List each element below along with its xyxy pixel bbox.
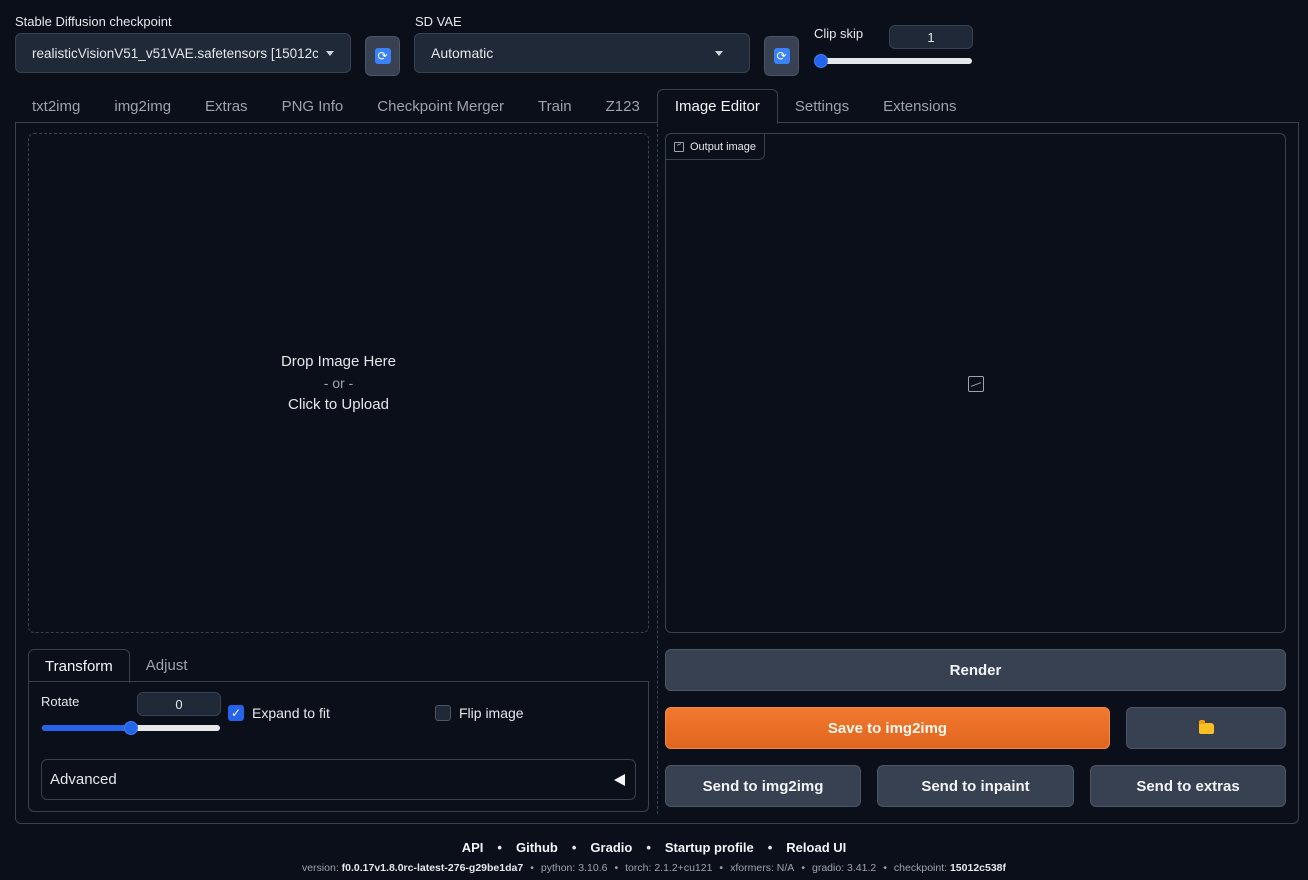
tab-checkpoint-merger[interactable]: Checkpoint Merger bbox=[360, 89, 521, 123]
footer-separator: • bbox=[614, 862, 619, 874]
tab-png-info[interactable]: PNG Info bbox=[265, 89, 361, 123]
rotate-input[interactable]: 0 bbox=[137, 692, 221, 716]
open-folder-button[interactable] bbox=[1126, 707, 1286, 749]
expand-to-fit-label: Expand to fit bbox=[252, 705, 330, 721]
footer-separator: • bbox=[801, 862, 805, 874]
output-image-panel: Output image bbox=[665, 133, 1286, 633]
flip-image-label: Flip image bbox=[459, 705, 524, 721]
expand-to-fit-checkbox[interactable]: ✓ bbox=[228, 705, 244, 721]
checkpoint-hash-value: 15012c538f bbox=[949, 862, 1007, 874]
checkpoint-label: Stable Diffusion checkpoint bbox=[15, 14, 172, 29]
footer-version-info: version: f0.0.17v1.8.0rc-latest-276-g29b… bbox=[0, 862, 1308, 874]
footer-separator: • bbox=[530, 862, 534, 874]
column-divider bbox=[657, 124, 658, 814]
chevron-down-icon bbox=[715, 50, 723, 56]
version-label: version: bbox=[301, 862, 339, 874]
refresh-checkpoint-button[interactable]: ⟳ bbox=[365, 36, 400, 76]
checkpoint-dropdown[interactable]: realisticVisionV51_v51VAE.safetensors [1… bbox=[15, 33, 351, 73]
gradio-label: gradio: bbox=[812, 862, 845, 874]
footer-separator: • bbox=[646, 840, 651, 855]
checkpoint-value: realisticVisionV51_v51VAE.safetensors [1… bbox=[32, 45, 318, 61]
main-tab-bar: txt2img img2img Extras PNG Info Checkpoint M… bbox=[15, 89, 1299, 124]
chevron-down-icon bbox=[326, 50, 334, 56]
footer-links: API • Github • Gradio • Startup profile • Reload… bbox=[0, 840, 1308, 855]
tab-extensions[interactable]: Extensions bbox=[866, 89, 973, 123]
footer-link-gradio[interactable]: Gradio bbox=[590, 840, 632, 855]
flip-image-checkbox[interactable] bbox=[435, 705, 451, 721]
save-to-img2img-button[interactable]: Save to img2img bbox=[665, 707, 1110, 749]
gradio-value: 3.41.2 bbox=[847, 862, 877, 874]
clip-skip-slider[interactable] bbox=[815, 58, 972, 64]
clip-skip-label: Clip skip bbox=[814, 26, 864, 41]
version-value: f0.0.17v1.8.0rc-latest-276-g29be1da7 bbox=[341, 862, 524, 874]
vae-dropdown[interactable]: Automatic bbox=[414, 33, 750, 73]
advanced-label: Advanced bbox=[50, 771, 117, 788]
tab-txt2img[interactable]: txt2img bbox=[15, 89, 97, 123]
expand-to-fit-option[interactable]: ✓ Expand to fit bbox=[228, 705, 330, 721]
clip-skip-input[interactable]: 1 bbox=[889, 25, 973, 49]
clip-skip-slider-thumb[interactable] bbox=[814, 54, 828, 68]
flip-image-option[interactable]: Flip image bbox=[435, 705, 524, 721]
rotate-slider-fill bbox=[42, 725, 131, 731]
rotate-label: Rotate bbox=[41, 694, 80, 709]
python-value: 3.10.6 bbox=[578, 862, 608, 874]
torch-label: torch: bbox=[625, 862, 652, 874]
footer-separator: • bbox=[719, 862, 724, 874]
tab-adjust[interactable]: Adjust bbox=[130, 649, 204, 682]
footer-link-api[interactable]: API bbox=[462, 840, 484, 855]
output-image-label: Output image bbox=[666, 134, 766, 160]
collapse-arrow-icon bbox=[614, 773, 625, 786]
render-button[interactable]: Render bbox=[665, 649, 1286, 691]
footer-separator: • bbox=[767, 840, 773, 855]
tab-img2img[interactable]: img2img bbox=[97, 89, 188, 123]
transform-tab-bar: Transform Adjust bbox=[28, 649, 649, 683]
tab-image-editor[interactable]: Image Editor bbox=[656, 89, 778, 124]
tab-extras[interactable]: Extras bbox=[188, 89, 265, 123]
vae-value: Automatic bbox=[431, 45, 494, 61]
footer-separator: • bbox=[497, 840, 502, 855]
refresh-icon: ⟳ bbox=[773, 48, 790, 64]
footer-link-github[interactable]: Github bbox=[516, 840, 558, 855]
footer-separator: • bbox=[571, 840, 577, 855]
checkpoint-info-label: checkpoint: bbox=[893, 862, 948, 874]
or-text: - or - bbox=[323, 375, 354, 391]
tab-z123[interactable]: Z123 bbox=[589, 89, 657, 123]
refresh-icon: ⟳ bbox=[374, 48, 391, 64]
xformers-value: N/A bbox=[776, 862, 795, 874]
folder-icon bbox=[1198, 719, 1214, 734]
image-icon bbox=[674, 141, 684, 152]
advanced-accordion[interactable]: Advanced bbox=[41, 759, 636, 800]
python-label: python: bbox=[540, 862, 576, 874]
send-to-extras-button[interactable]: Send to extras bbox=[1090, 765, 1286, 807]
drop-image-text: Drop Image Here bbox=[280, 353, 397, 370]
tab-transform[interactable]: Transform bbox=[28, 649, 130, 683]
output-image-label-text: Output image bbox=[690, 140, 757, 153]
image-upload-dropzone[interactable]: Drop Image Here - or - Click to Upload bbox=[28, 133, 649, 633]
footer-link-reload-ui[interactable]: Reload UI bbox=[786, 840, 846, 855]
rotate-slider-thumb[interactable] bbox=[124, 721, 138, 735]
send-to-img2img-button[interactable]: Send to img2img bbox=[665, 765, 861, 807]
torch-value: 2.1.2+cu121 bbox=[654, 862, 713, 874]
xformers-label: xformers: bbox=[730, 862, 774, 874]
footer-separator: • bbox=[883, 862, 887, 874]
tab-settings[interactable]: Settings bbox=[778, 89, 866, 123]
refresh-vae-button[interactable]: ⟳ bbox=[764, 36, 799, 76]
vae-label: SD VAE bbox=[415, 14, 462, 29]
footer-link-startup-profile[interactable]: Startup profile bbox=[665, 840, 754, 855]
image-placeholder-icon bbox=[968, 376, 984, 392]
tab-train[interactable]: Train bbox=[521, 89, 589, 123]
click-to-upload-text: Click to Upload bbox=[288, 396, 389, 413]
send-to-inpaint-button[interactable]: Send to inpaint bbox=[877, 765, 1074, 807]
